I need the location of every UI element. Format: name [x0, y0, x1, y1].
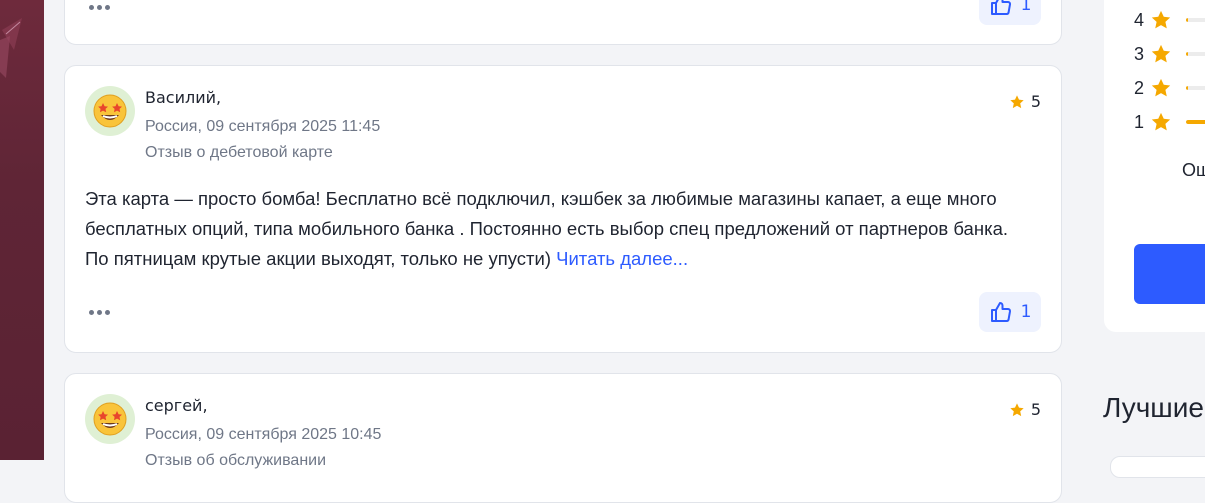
sidebar-text: Ош — [1182, 160, 1205, 180]
like-button[interactable]: 1 — [979, 292, 1041, 332]
avatar — [85, 86, 135, 136]
review-card: 1 — [64, 0, 1062, 45]
avatar — [85, 394, 135, 444]
rating-summary-card: 4 3 2 1 Ош — [1104, 0, 1205, 332]
sidebar-heading: Лучшие — [1103, 392, 1204, 423]
rating-distribution-row: 2 — [1134, 76, 1172, 100]
review-rating: 5 — [1009, 400, 1041, 419]
thumbs-up-icon — [990, 302, 1011, 322]
like-count: 1 — [1020, 302, 1032, 322]
rating-stars-label: 1 — [1134, 111, 1145, 132]
rating-stars-label: 4 — [1134, 9, 1145, 30]
review-author[interactable]: сергей, — [145, 396, 208, 415]
review-meta: Россия, 09 сентября 2025 10:45 — [145, 426, 382, 443]
star-struck-emoji-icon — [93, 94, 127, 128]
sidebar-action-button[interactable] — [1134, 244, 1205, 304]
star-icon — [1151, 10, 1171, 29]
review-body: Эта карта — просто бомба! Бесплатно всё … — [85, 188, 1008, 269]
review-type: Отзыв об обслуживании — [145, 452, 327, 469]
rating-value: 5 — [1030, 92, 1041, 111]
rating-bar-fill — [1186, 86, 1188, 90]
review-meta: Россия, 09 сентября 2025 11:45 — [145, 118, 381, 135]
more-options-button[interactable] — [89, 308, 111, 316]
rail-ornament-icon — [0, 18, 22, 78]
like-button[interactable]: 1 — [979, 0, 1041, 25]
star-struck-emoji-icon — [93, 402, 127, 436]
reviews-list: 1 Василий, Россия, 09 сентября 2025 11:4… — [64, 0, 1064, 503]
rating-stars-label: 2 — [1134, 77, 1145, 98]
review-rating: 5 — [1009, 92, 1041, 111]
review-author[interactable]: Василий, — [145, 88, 221, 107]
like-count: 1 — [1020, 0, 1032, 15]
rating-stars-label: 3 — [1134, 43, 1145, 64]
rating-value: 5 — [1030, 400, 1041, 419]
rating-bar-fill — [1186, 120, 1205, 124]
sidebar-list-card — [1110, 456, 1205, 478]
rating-bar-fill — [1186, 52, 1188, 56]
rating-distribution-row: 1 — [1134, 110, 1172, 134]
read-more-link[interactable]: Читать далее... — [556, 248, 688, 269]
rating-bar — [1186, 86, 1205, 90]
rating-bar — [1186, 120, 1205, 124]
review-card: Василий, Россия, 09 сентября 2025 11:45 … — [64, 65, 1062, 353]
review-card: сергей, Россия, 09 сентября 2025 10:45 О… — [64, 373, 1062, 503]
review-type: Отзыв о дебетовой карте — [145, 144, 333, 161]
thumbs-up-icon — [990, 0, 1011, 15]
left-decorative-rail — [0, 0, 44, 460]
rating-distribution-row: 4 — [1134, 8, 1172, 32]
star-icon — [1151, 44, 1171, 63]
star-icon — [1010, 402, 1024, 416]
rating-distribution-row: 3 — [1134, 42, 1172, 66]
rating-bar — [1186, 18, 1205, 22]
more-options-button[interactable] — [89, 3, 111, 11]
star-icon — [1151, 78, 1171, 97]
rating-bar-fill — [1186, 18, 1188, 22]
rating-bar — [1186, 52, 1205, 56]
star-icon — [1010, 94, 1024, 108]
star-icon — [1151, 112, 1171, 131]
review-text: Эта карта — просто бомба! Бесплатно всё … — [85, 184, 1025, 274]
